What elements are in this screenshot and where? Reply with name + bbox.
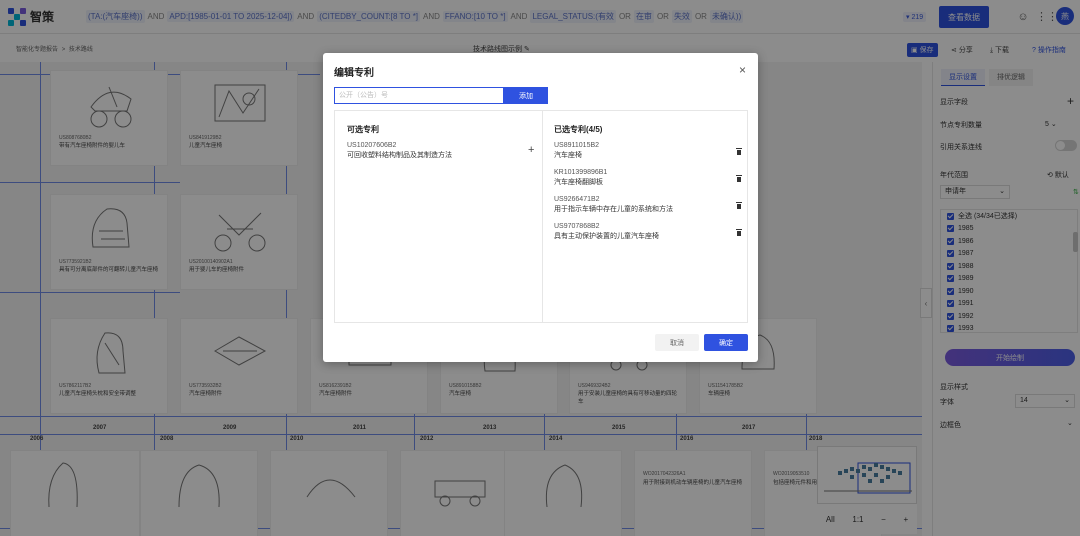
- close-icon[interactable]: ×: [739, 64, 746, 76]
- patent-title: 汽车座椅翻脚板: [554, 179, 603, 186]
- patent-title: 具有主动保护装置的儿童汽车座椅: [554, 233, 659, 240]
- dialog-title: 编辑专利: [334, 68, 374, 79]
- selected-patent-item: KR101399896B1 汽车座椅翻脚板: [554, 168, 607, 188]
- patent-number: US10207606B2: [347, 142, 397, 149]
- cancel-button[interactable]: 取消: [655, 334, 699, 351]
- patent-title: 可回收塑料结构制品及其制造方法: [347, 152, 452, 159]
- trash-icon[interactable]: [736, 229, 742, 236]
- trash-icon[interactable]: [736, 202, 742, 209]
- add-patent-icon[interactable]: +: [528, 144, 534, 156]
- confirm-button[interactable]: 确定: [704, 334, 748, 351]
- patent-number: US9266471B2: [554, 196, 600, 203]
- selected-patent-item: US9266471B2 用于指示车辆中存在儿童的系统和方法: [554, 195, 673, 215]
- patent-title: 用于指示车辆中存在儿童的系统和方法: [554, 206, 673, 213]
- patent-title: 汽车座椅: [554, 152, 582, 159]
- patent-number: KR101399896B1: [554, 169, 608, 176]
- patent-number-input[interactable]: 公开（公告）号: [334, 87, 504, 104]
- patent-lists: 可选专利 US10207606B2 可回收塑料结构制品及其制造方法 + 已选专利…: [334, 110, 748, 323]
- available-patent-item[interactable]: US10207606B2 可回收塑料结构制品及其制造方法: [347, 141, 452, 161]
- patent-number: US9707868B2: [554, 223, 600, 230]
- selected-patent-item: US9707868B2 具有主动保护装置的儿童汽车座椅: [554, 222, 659, 242]
- trash-icon[interactable]: [736, 175, 742, 182]
- available-title: 可选专利: [347, 125, 379, 134]
- selected-patent-item: US8911015B2 汽车座椅: [554, 141, 599, 161]
- column-divider: [542, 111, 543, 322]
- selected-title: 已选专利(4/5): [554, 125, 603, 134]
- add-button[interactable]: 添加: [504, 87, 548, 104]
- trash-icon[interactable]: [736, 148, 742, 155]
- patent-number: US8911015B2: [554, 142, 600, 149]
- edit-patent-dialog: 编辑专利 × 公开（公告）号 添加 可选专利 US10207606B2 可回收塑…: [323, 53, 758, 362]
